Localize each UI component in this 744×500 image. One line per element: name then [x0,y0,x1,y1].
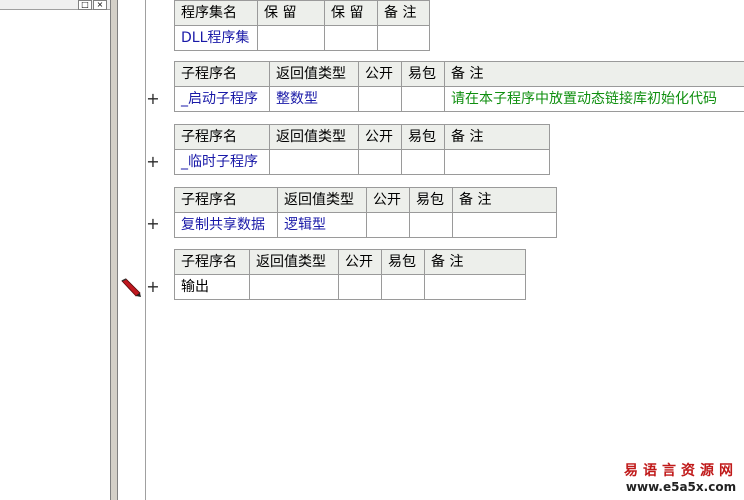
header-return-type: 返回值类型 [269,61,359,87]
epkg-cell[interactable] [381,274,425,300]
header-remark: 备 注 [444,61,744,87]
header-assembly-name: 程序集名 [174,0,258,26]
remark-cell[interactable] [444,149,550,175]
header-epkg: 易包 [409,187,453,213]
subprogram-header-row: 子程序名 返回值类型 公开 易包 备 注 [174,249,526,275]
subprogram-table: 子程序名 返回值类型 公开 易包 备 注 输出 [174,249,526,300]
return-type-cell[interactable] [249,274,339,300]
watermark-site-name: 易语言资源网 [624,463,738,479]
public-cell[interactable] [358,149,402,175]
subprogram-table: 子程序名 返回值类型 公开 易包 备 注 复制共享数据 逻辑型 [174,187,557,238]
assembly-table: 程序集名 保 留 保 留 备 注 DLL程序集 [174,0,430,51]
expand-toggle[interactable]: + [146,214,160,233]
epkg-cell[interactable] [401,149,445,175]
watermark: 易语言资源网 www.e5a5x.com [624,460,738,494]
remark-cell[interactable] [452,212,557,238]
subprogram-table: 子程序名 返回值类型 公开 易包 备 注 _临时子程序 [174,124,550,175]
header-sub-name: 子程序名 [174,61,270,87]
assembly-header-row: 程序集名 保 留 保 留 备 注 [174,0,430,26]
header-public: 公开 [358,124,402,150]
expand-toggle[interactable]: + [146,152,160,171]
expand-toggle[interactable]: + [146,277,160,296]
return-type-cell[interactable] [269,149,359,175]
sub-name-cell[interactable]: _启动子程序 [174,86,270,112]
assembly-name-cell[interactable]: DLL程序集 [174,25,258,51]
header-remark: 备 注 [444,124,550,150]
subprogram-row[interactable]: 输出 [174,274,526,300]
public-cell[interactable] [338,274,382,300]
header-reserved-1: 保 留 [257,0,325,26]
header-remark: 备 注 [424,249,526,275]
public-cell[interactable] [358,86,402,112]
remark-cell[interactable]: 请在本子程序中放置动态链接库初始化代码 [444,86,744,112]
remark-cell[interactable] [424,274,526,300]
remark-cell[interactable] [377,25,430,51]
subprogram-row[interactable]: 复制共享数据 逻辑型 [174,212,557,238]
subprogram-header-row: 子程序名 返回值类型 公开 易包 备 注 [174,61,744,87]
sub-name-cell[interactable]: 输出 [174,274,250,300]
expand-toggle[interactable]: + [146,89,160,108]
return-type-cell[interactable]: 整数型 [269,86,359,112]
header-epkg: 易包 [401,61,445,87]
close-button[interactable]: × [93,0,107,10]
assembly-row[interactable]: DLL程序集 [174,25,430,51]
editor-gutter [118,0,146,500]
epkg-cell[interactable] [409,212,453,238]
reserved-cell-1[interactable] [257,25,325,51]
subprogram-row[interactable]: _临时子程序 [174,149,550,175]
sub-name-cell[interactable]: _临时子程序 [174,149,270,175]
subprogram-header-row: 子程序名 返回值类型 公开 易包 备 注 [174,187,557,213]
header-return-type: 返回值类型 [249,249,339,275]
header-remark: 备 注 [377,0,430,26]
header-return-type: 返回值类型 [277,187,367,213]
return-type-cell[interactable]: 逻辑型 [277,212,367,238]
header-epkg: 易包 [381,249,425,275]
public-cell[interactable] [366,212,410,238]
reserved-cell-2[interactable] [324,25,378,51]
header-public: 公开 [358,61,402,87]
subprogram-table: 子程序名 返回值类型 公开 易包 备 注 _启动子程序 整数型 请在本子程序中放… [174,61,744,112]
watermark-url: www.e5a5x.com [625,480,737,494]
splitter-bar[interactable] [111,0,118,500]
header-public: 公开 [366,187,410,213]
subprogram-header-row: 子程序名 返回值类型 公开 易包 备 注 [174,124,550,150]
header-sub-name: 子程序名 [174,124,270,150]
epkg-cell[interactable] [401,86,445,112]
header-return-type: 返回值类型 [269,124,359,150]
header-sub-name: 子程序名 [174,249,250,275]
restore-button[interactable]: □ [78,0,92,10]
header-public: 公开 [338,249,382,275]
header-reserved-2: 保 留 [324,0,378,26]
header-remark: 备 注 [452,187,557,213]
header-sub-name: 子程序名 [174,187,278,213]
subprogram-row[interactable]: _启动子程序 整数型 请在本子程序中放置动态链接库初始化代码 [174,86,744,112]
header-epkg: 易包 [401,124,445,150]
left-panel: □ × [0,0,111,500]
sub-name-cell[interactable]: 复制共享数据 [174,212,278,238]
pencil-icon [120,278,142,302]
